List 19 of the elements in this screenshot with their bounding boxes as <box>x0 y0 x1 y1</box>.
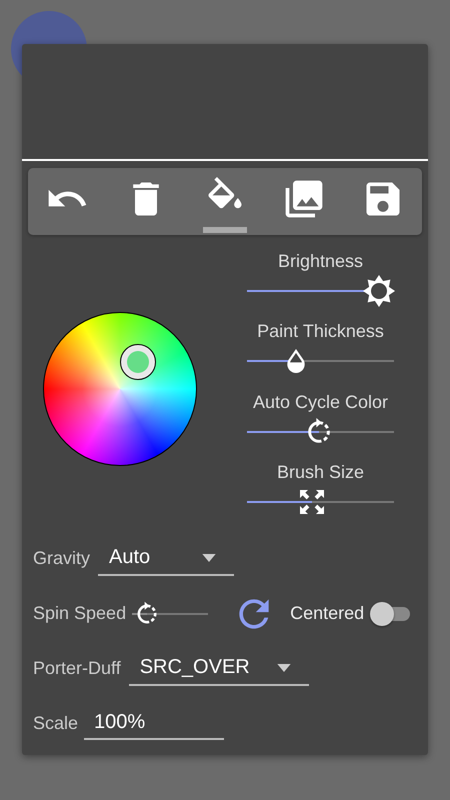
switch-label: Centered <box>290 603 364 624</box>
slider-label: Paint Thickness <box>257 320 384 342</box>
field-label: Scale <box>33 713 78 734</box>
slider-track[interactable] <box>247 275 394 307</box>
dropdown-arrow-icon <box>276 664 291 672</box>
scale-field[interactable]: 100% <box>84 707 224 740</box>
porter-duff-dropdown[interactable]: SRC_OVER <box>128 652 309 686</box>
slider-label: Auto Cycle Color <box>252 390 388 412</box>
field-label: Spin Speed <box>33 603 126 624</box>
gravity-dropdown[interactable]: Auto <box>98 542 234 576</box>
color-selector[interactable] <box>120 344 156 380</box>
dropdown-arrow-icon <box>202 554 216 562</box>
field-label: Gravity <box>33 548 90 569</box>
slider-label: Brush Size <box>276 460 364 483</box>
field-label: Porter-Duff <box>33 658 121 679</box>
sun-icon[interactable] <box>363 275 396 307</box>
fill-button[interactable] <box>202 176 247 232</box>
centered-switch[interactable] <box>370 600 412 626</box>
slider-label: Brightness <box>278 250 364 272</box>
